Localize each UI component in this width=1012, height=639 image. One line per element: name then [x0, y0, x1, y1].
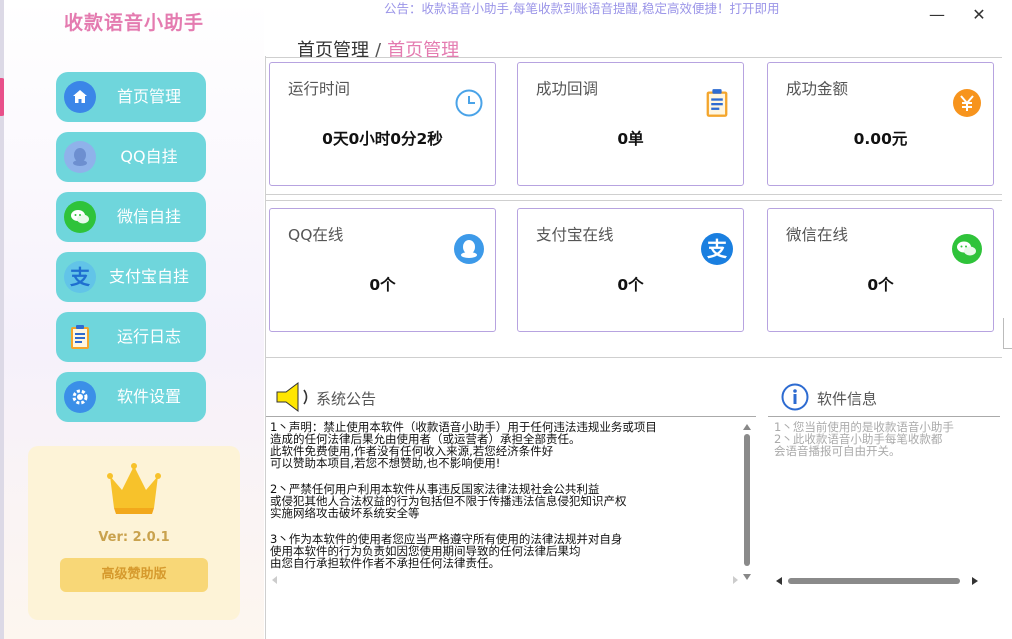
stat-value: 0个: [369, 276, 396, 294]
text-line: [270, 519, 740, 533]
sidebar-item-label: 运行日志: [116, 327, 181, 346]
text-line: [270, 469, 740, 483]
text-line: 由您自行承担软件作者不承担任何法律责任。: [270, 556, 500, 570]
stat-value: 0单: [617, 130, 644, 148]
clipboard-icon: [701, 87, 733, 119]
minimize-button[interactable]: —: [926, 4, 948, 26]
sidebar-item-alipay[interactable]: 支 支付宝自挂: [56, 252, 206, 302]
sidebar-item-label: 软件设置: [116, 387, 181, 406]
stat-value: 0天0小时0分2秒: [322, 130, 443, 148]
close-button[interactable]: ✕: [968, 4, 990, 26]
stat-card-callbacks: 成功回调 0单: [517, 62, 744, 186]
software-info-text: 1丶您当前使用的是收款语音小助手 2丶此收款语音小助手每笔收款都 会语音播报可自由开…: [774, 421, 989, 457]
stat-title: 支付宝在线: [536, 226, 614, 244]
announcement-scrollbar[interactable]: [740, 422, 754, 582]
announcement-panel[interactable]: 1丶声明：禁止使用本软件（收款语音小助手）用于任何违法违规业务或项目 造成的任何法…: [266, 416, 756, 587]
announcement-text: 1丶声明：禁止使用本软件（收款语音小助手）用于任何违法违规业务或项目 造成的任何法…: [270, 421, 740, 569]
right-edge: [1003, 318, 1012, 349]
software-info-label: 软件信息: [817, 390, 878, 408]
software-info-scrollbar[interactable]: [774, 574, 986, 588]
qq-icon: [453, 233, 485, 265]
sidebar: 收款语音小助手 首页管理 QQ自挂 微信自挂 支 支付宝自挂 运行日志 软件设置…: [4, 0, 264, 639]
stat-card-amount: 成功金额 0.00元: [767, 62, 994, 186]
version-label: Ver: 2.0.1: [98, 530, 170, 545]
stat-title: 微信在线: [786, 226, 849, 244]
text-line: 实施网络攻击破坏系统安全等: [270, 506, 420, 520]
notice-banner: 公告：收款语音小助手,每笔收款到账语音提醒,稳定高效便捷！打开即用: [384, 1, 780, 16]
info-icon: [781, 383, 809, 411]
vip-card: Ver: 2.0.1 高级赞助版: [28, 446, 240, 620]
wechat-icon: [951, 233, 983, 265]
app-title: 收款语音小助手: [64, 12, 205, 34]
software-info-panel[interactable]: 1丶您当前使用的是收款语音小助手 2丶此收款语音小助手每笔收款都 会语音播报可自由开…: [768, 416, 1000, 587]
sidebar-item-log[interactable]: 运行日志: [56, 312, 206, 362]
premium-button[interactable]: 高级赞助版: [60, 558, 208, 592]
sidebar-item-label: 首页管理: [116, 87, 181, 106]
sidebar-item-wechat[interactable]: 微信自挂: [56, 192, 206, 242]
sidebar-item-label: QQ自挂: [120, 147, 178, 166]
sidebar-item-qq[interactable]: QQ自挂: [56, 132, 206, 182]
sidebar-item-label: 支付宝自挂: [108, 267, 189, 286]
alipay-icon: 支: [701, 233, 733, 265]
sidebar-item-label: 微信自挂: [116, 207, 181, 226]
text-line: 会语音播报可自由开关。: [774, 444, 901, 458]
stat-title: 运行时间: [288, 80, 351, 98]
stat-card-runtime: 运行时间 0天0小时0分2秒: [269, 62, 496, 186]
sidebar-item-home[interactable]: 首页管理: [56, 72, 206, 122]
stat-card-alipay-online: 支付宝在线 支 0个: [517, 208, 744, 332]
stat-title: 成功回调: [536, 80, 599, 98]
stat-value: 0个: [617, 276, 644, 294]
crown-icon: [107, 463, 161, 514]
sidebar-item-settings[interactable]: 软件设置: [56, 372, 206, 422]
stat-card-wechat-online: 微信在线 0个: [767, 208, 994, 332]
stat-title: 成功金额: [786, 80, 849, 98]
text-line: 可以赞助本项目,若您不想赞助,也不影响使用!: [270, 456, 501, 470]
speaker-icon: [276, 382, 308, 412]
stat-title: QQ在线: [288, 226, 344, 244]
yen-icon: [951, 87, 983, 119]
announcement-hscroll[interactable]: [270, 574, 740, 586]
announcement-label: 系统公告: [316, 390, 377, 408]
stat-value: 0个: [867, 276, 894, 294]
stat-card-qq-online: QQ在线 0个: [269, 208, 496, 332]
clock-icon: [453, 87, 485, 119]
stat-value: 0.00元: [853, 130, 908, 148]
